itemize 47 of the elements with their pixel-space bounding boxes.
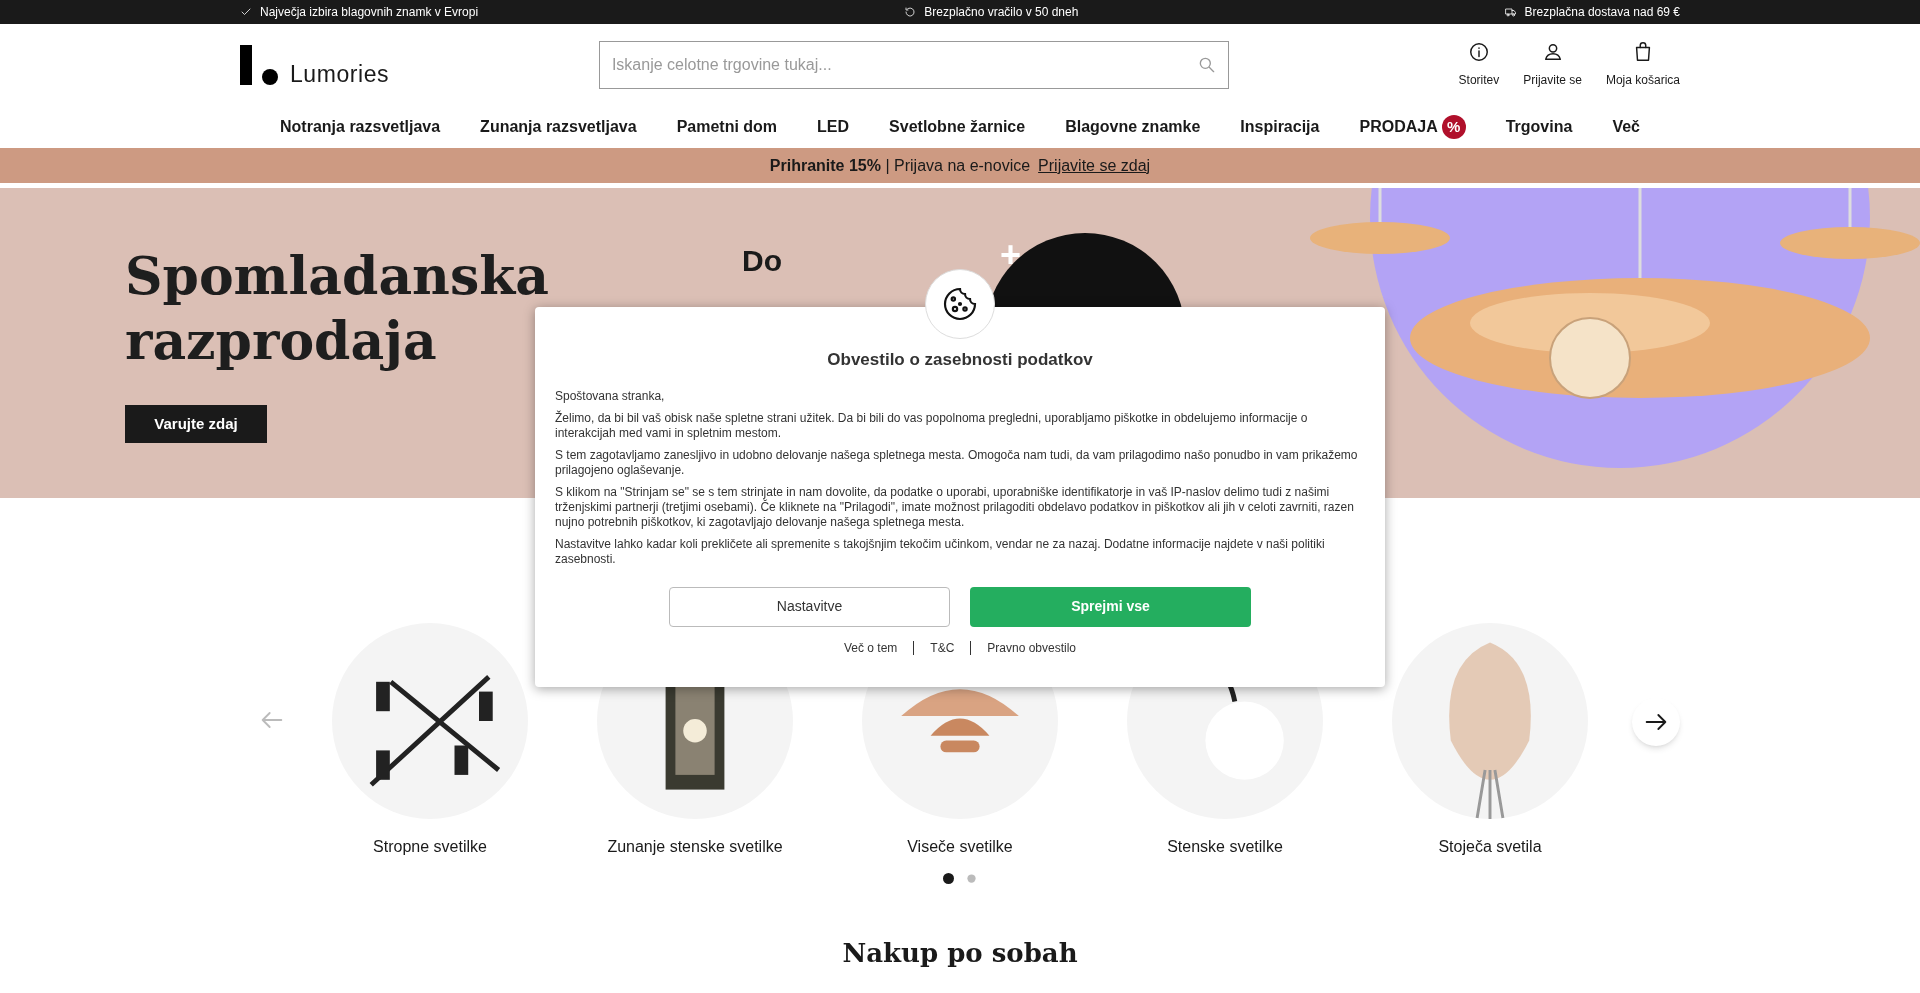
nav-link[interactable]: LED: [817, 115, 850, 139]
nav-link[interactable]: Blagovne znamke: [1065, 115, 1201, 139]
nav-link[interactable]: Pametni dom: [676, 115, 778, 139]
plus-sign: +: [1000, 233, 1022, 277]
dialog-paragraph: Nastavitve lahko kadar koli prekličete ali spremenite s takojšnjim tekočim učinkom, vendar ne za nazaj. Dodatne informacije najdete v naši politiki zasebnosti.: [555, 536, 1326, 567]
category-link[interactable]: Viseče svetilke: [907, 835, 1013, 859]
banner-title: Spomladanska razprodaja: [125, 244, 550, 373]
percent-badge: %: [1441, 115, 1466, 139]
discount-text: Do: [742, 243, 782, 279]
category-link[interactable]: Stropne svetilke: [373, 835, 487, 859]
dialog-paragraph: S tem zagotavljamo zanesljivo in udobno delovanje našega spletnega mesta. Omogoča nam tudi, da vam prilagodimo našo ponudbo in vam prikažemo prilagojeno oglaševanje.: [555, 447, 1359, 478]
rotate-arrow-icon: [904, 6, 917, 18]
nav-link[interactable]: Zunanja razsvetljava: [480, 115, 637, 139]
settings-button[interactable]: Nastavitve: [669, 586, 950, 627]
truck-icon: [1504, 6, 1517, 18]
info-text: Brezplačna dostava nad 69 €: [1524, 4, 1680, 21]
footer-link[interactable]: Pravno obvestilo: [987, 638, 1077, 657]
dialog-paragraph: Spoštovana stranka,: [555, 388, 666, 404]
shop-now-button[interactable]: Varujte zdaj: [125, 405, 267, 443]
info-text: Brezplačno vračilo v 50 dneh: [924, 4, 1079, 21]
nav-link[interactable]: Notranja razsvetljava: [280, 115, 441, 139]
nav-link[interactable]: Trgovina: [1505, 115, 1573, 139]
nav-link[interactable]: Svetlobne žarnice: [889, 115, 1026, 139]
signup-link[interactable]: Prijavite se zdaj: [1038, 153, 1151, 178]
dialog-paragraph: S klikom na "Strinjam se" se s tem strinjate in nam dovolite, da podatke o uporabi, uporabniške identifikatorje in vaš IP-naslov delimo tudi z našimi trženjskimi partnerji (tretjimi osebami). Če kliknete na "Prilagodi", imate možnost prilagoditi obdelavo podatkov in piškotkov ali jih v celoti zavrniti, razen nujno potrebnih piškotkov, ki zagotavljajo delovanje našega spletnega mesta.: [555, 484, 1355, 530]
info-text: Največja izbira blagovnih znamk v Evropi: [260, 4, 479, 21]
category-link[interactable]: Zunanje stenske svetilke: [607, 835, 783, 859]
category-link[interactable]: Stoječa svetila: [1438, 835, 1542, 859]
check-icon: [240, 6, 252, 18]
header-action-button[interactable]: Moja košarica: [1605, 40, 1680, 89]
promo-text: Prihranite 15% | Prijava na e-novice: [769, 155, 1031, 176]
category-link[interactable]: Stenske svetilke: [1167, 835, 1283, 859]
nav-link[interactable]: Več: [1612, 115, 1640, 139]
nav-link[interactable]: Inspiracija: [1240, 115, 1320, 139]
info-icon: [1467, 40, 1490, 63]
next-button[interactable]: [1632, 698, 1680, 746]
dialog-paragraph: Želimo, da bi bil vaš obisk naše spletne strani užitek. Da bi bili do vas popolnoma pregledni, uporabljamo piškotke in obdelujemo informacije o interakcijah med vami in spletnim mestom.: [555, 410, 1309, 441]
logo-icon: [240, 44, 278, 85]
logo-text[interactable]: Lumories: [290, 62, 390, 86]
nav-link[interactable]: PRODAJA: [1359, 115, 1438, 139]
footer-link[interactable]: T&C: [930, 638, 955, 657]
section-heading: Nakup po sobah: [842, 937, 1078, 970]
footer-link[interactable]: Več o tem: [843, 638, 898, 657]
dialog-title: Obvestilo o zasebnosti podatkov: [826, 349, 1094, 371]
header-action-button[interactable]: Storitev: [1458, 40, 1500, 89]
header-action-button[interactable]: Prijavite se: [1523, 40, 1582, 89]
search-field[interactable]: Iskanje celotne trgovine tukaj...: [598, 40, 1229, 89]
